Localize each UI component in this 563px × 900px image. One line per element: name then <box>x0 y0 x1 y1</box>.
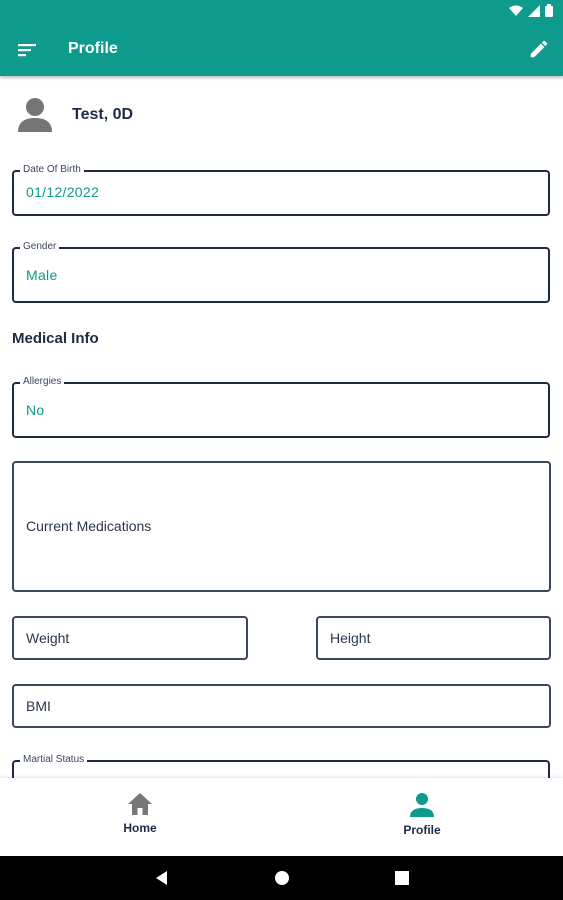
medical-info-heading: Medical Info <box>12 330 99 347</box>
bottom-navigation: Home Profile <box>0 778 563 856</box>
app-bar: Profile <box>0 24 563 76</box>
gender-value: Male <box>26 267 58 283</box>
date-of-birth-field[interactable]: Date Of Birth 01/12/2022 <box>12 163 550 216</box>
user-header: Test, 0D <box>16 96 133 134</box>
home-icon <box>128 793 152 815</box>
user-name: Test, 0D <box>72 106 134 123</box>
home-circle-icon[interactable] <box>272 868 292 888</box>
back-icon[interactable] <box>152 868 172 888</box>
nav-item-home[interactable]: Home <box>90 792 190 835</box>
weight-placeholder: Weight <box>26 630 70 646</box>
sort-lines-icon[interactable] <box>17 40 37 60</box>
gender-label: Gender <box>20 240 60 254</box>
status-bar <box>0 0 563 24</box>
bmi-field[interactable]: BMI <box>12 684 551 728</box>
allergies-field[interactable]: Allergies No <box>12 375 550 438</box>
current-medications-placeholder: Current Medications <box>26 518 152 534</box>
date-of-birth-label: Date Of Birth <box>20 163 84 177</box>
gender-field[interactable]: Gender Male <box>12 240 550 303</box>
status-icons <box>509 4 553 17</box>
allergies-value: No <box>26 402 45 418</box>
pencil-icon[interactable] <box>528 38 550 60</box>
person-avatar-icon <box>18 98 52 132</box>
allergies-label: Allergies <box>20 375 65 389</box>
wifi-icon <box>509 5 523 16</box>
nav-label-home: Home <box>123 821 157 835</box>
battery-icon <box>545 4 553 17</box>
recents-square-icon[interactable] <box>392 868 412 888</box>
person-icon <box>410 793 434 817</box>
signal-icon <box>528 4 540 17</box>
bmi-placeholder: BMI <box>26 698 51 714</box>
height-field[interactable]: Height <box>316 616 551 660</box>
nav-label-profile: Profile <box>403 823 441 837</box>
nav-item-profile[interactable]: Profile <box>372 792 472 837</box>
current-medications-field[interactable]: Current Medications <box>12 461 551 592</box>
system-navigation-bar <box>0 856 563 900</box>
date-of-birth-value: 01/12/2022 <box>26 184 100 200</box>
martial-status-label: Martial Status <box>20 753 88 767</box>
weight-field[interactable]: Weight <box>12 616 248 660</box>
app-title: Profile <box>68 40 118 57</box>
height-placeholder: Height <box>330 630 371 646</box>
